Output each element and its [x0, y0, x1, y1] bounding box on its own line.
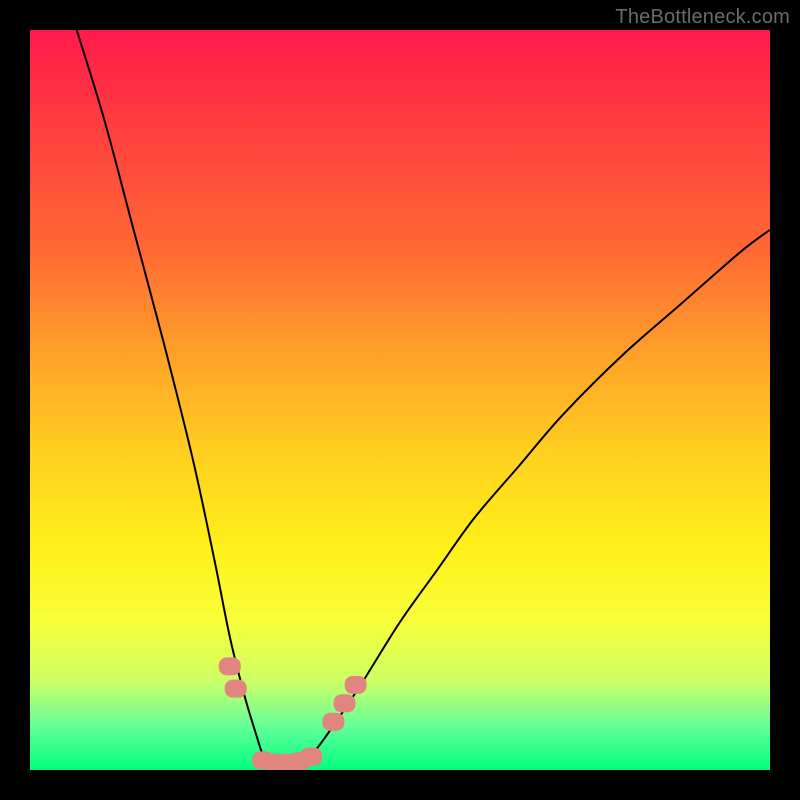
marker-point — [219, 657, 241, 675]
plot-area — [30, 30, 770, 770]
marker-point — [345, 676, 367, 694]
curve-svg — [30, 30, 770, 770]
marker-point — [334, 694, 356, 712]
marker-point — [300, 748, 322, 766]
curve-markers — [219, 657, 367, 770]
marker-point — [322, 713, 344, 731]
watermark-text: TheBottleneck.com — [615, 6, 790, 29]
bottleneck-curve — [74, 30, 770, 763]
chart-frame: TheBottleneck.com — [0, 0, 800, 800]
marker-point — [225, 680, 247, 698]
